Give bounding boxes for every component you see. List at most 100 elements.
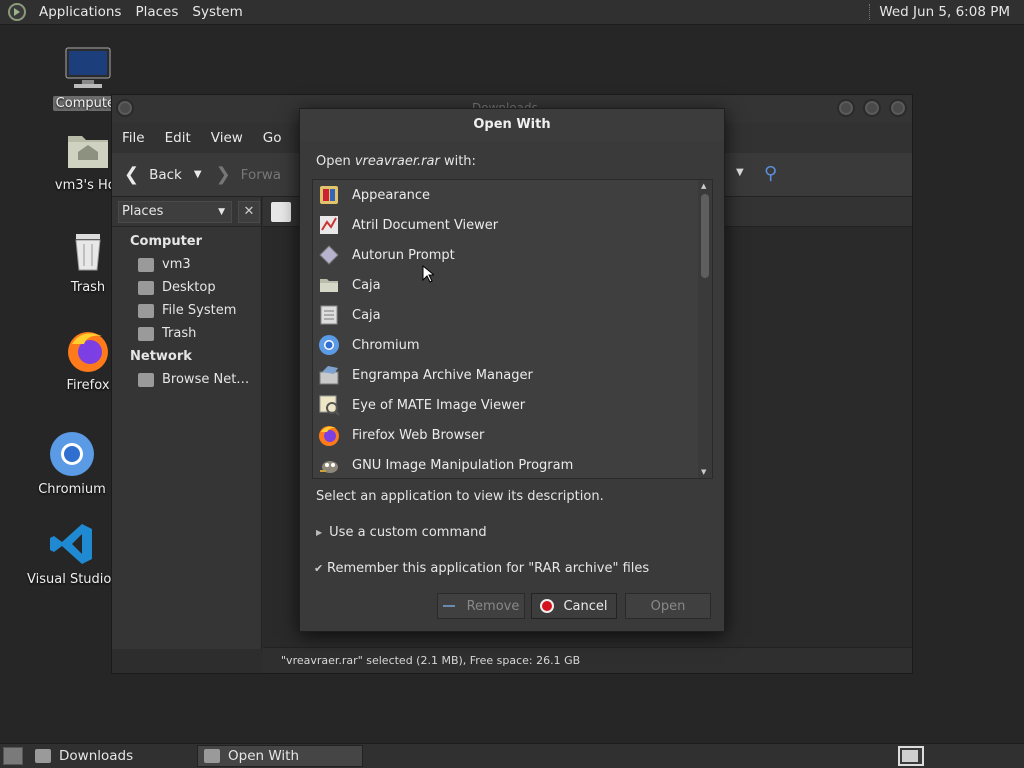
app-name: Autorun Prompt	[352, 247, 455, 263]
list-item[interactable]: Chromium	[313, 330, 712, 360]
app-name: Caja	[352, 307, 381, 323]
panel-separator	[869, 4, 871, 20]
open-with-dialog: Open With Open vreavraer.rar with: Appea…	[299, 108, 725, 632]
sidebar-item-browse-network[interactable]: Browse Net…	[112, 368, 261, 391]
back-label: Back	[149, 166, 182, 183]
caja-icon	[318, 304, 340, 326]
vscode-icon	[48, 520, 96, 568]
open-button[interactable]: Open	[625, 593, 711, 619]
sidebar-type-label: Places	[122, 204, 164, 219]
bottom-panel: Downloads Open With	[0, 743, 1024, 768]
checkmark-icon: ✔	[314, 561, 324, 575]
task-open-with[interactable]: Open With	[197, 745, 363, 767]
menu-go[interactable]: Go	[263, 130, 282, 146]
mate-menu-icon[interactable]	[8, 3, 26, 21]
workspace-switcher[interactable]	[898, 746, 924, 766]
maximize-button[interactable]	[863, 99, 881, 117]
system-menu[interactable]: System	[185, 4, 249, 20]
sidebar-item-label: vm3	[162, 257, 191, 272]
list-item[interactable]: Eye of MATE Image Viewer	[313, 390, 712, 420]
app-name: Atril Document Viewer	[352, 217, 499, 233]
list-item[interactable]: Appearance	[313, 180, 712, 210]
menu-file[interactable]: File	[122, 130, 145, 146]
expander-arrow-icon: ▶	[316, 528, 323, 537]
desktop-icon	[138, 280, 154, 295]
back-history-dropdown[interactable]: ▼	[194, 169, 202, 180]
list-item[interactable]: Caja	[313, 300, 712, 330]
forward-button[interactable]: ❯ Forwa	[216, 164, 282, 185]
view-dropdown[interactable]: ▼	[736, 167, 744, 178]
menu-edit[interactable]: Edit	[165, 130, 191, 146]
application-list[interactable]: Appearance Atril Document Viewer Autorun…	[312, 179, 713, 479]
list-item[interactable]: Caja	[313, 270, 712, 300]
home-folder-icon	[64, 126, 112, 174]
app-name: GNU Image Manipulation Program	[352, 457, 574, 473]
prompt-filename: vreavraer.rar	[354, 154, 440, 169]
cancel-button[interactable]: Cancel	[531, 593, 617, 619]
desktop-icon-vscode[interactable]: Visual Studio Co	[24, 520, 133, 587]
close-button[interactable]	[889, 99, 907, 117]
image-viewer-icon	[318, 394, 340, 416]
forward-label: Forwa	[240, 166, 282, 183]
task-label: Downloads	[59, 748, 134, 764]
custom-command-label: Use a custom command	[329, 525, 487, 540]
menu-view[interactable]: View	[211, 130, 243, 146]
remember-label: Remember this application for "RAR archi…	[327, 561, 650, 576]
task-downloads[interactable]: Downloads	[29, 745, 193, 767]
scroll-down-icon[interactable]: ▼	[701, 468, 706, 476]
list-item[interactable]: Autorun Prompt	[313, 240, 712, 270]
list-scrollbar[interactable]: ▲ ▼	[698, 180, 712, 478]
scroll-up-icon[interactable]: ▲	[701, 182, 706, 190]
prompt-prefix: Open	[316, 154, 355, 169]
places-menu[interactable]: Places	[128, 4, 185, 20]
places-sidebar: Places ▼ ✕ Computer vm3 Desktop File Sys…	[112, 197, 262, 649]
chromium-icon	[318, 334, 340, 356]
window-menu-button[interactable]	[116, 99, 134, 117]
list-item[interactable]: Engrampa Archive Manager	[313, 360, 712, 390]
back-arrow-icon: ❮	[124, 164, 140, 185]
autorun-icon	[318, 244, 340, 266]
sidebar-item-file-system[interactable]: File System	[112, 299, 261, 322]
task-label: Open With	[228, 748, 300, 764]
desktop-icon-label: Firefox	[66, 378, 110, 393]
app-name: Engrampa Archive Manager	[352, 367, 533, 383]
minimize-button[interactable]	[837, 99, 855, 117]
show-desktop-icon[interactable]	[3, 747, 23, 765]
sidebar-item-trash[interactable]: Trash	[112, 322, 261, 345]
desktop-icon-label: Chromium	[38, 482, 106, 497]
appearance-icon	[318, 184, 340, 206]
back-button[interactable]: ❮ Back ▼	[124, 164, 202, 185]
app-name: Eye of MATE Image Viewer	[352, 397, 526, 413]
remember-checkbox[interactable]: ✔ Remember this application for "RAR arc…	[314, 561, 649, 576]
sidebar-item-vm3[interactable]: vm3	[112, 253, 261, 276]
clock[interactable]: Wed Jun 5, 6:08 PM	[879, 4, 1010, 20]
desktop-icon-chromium[interactable]: Chromium	[24, 430, 120, 497]
atril-icon	[318, 214, 340, 236]
home-icon	[138, 257, 154, 272]
edit-path-icon[interactable]	[271, 202, 291, 222]
mouse-cursor-icon	[422, 265, 434, 283]
dialog-title[interactable]: Open With	[300, 109, 724, 141]
sidebar-heading-network: Network	[130, 349, 192, 364]
chromium-icon	[48, 430, 96, 478]
remove-button[interactable]: Remove	[437, 593, 525, 619]
sidebar-item-label: File System	[162, 303, 237, 318]
sidebar-item-label: Desktop	[162, 280, 216, 295]
sidebar-type-select[interactable]: Places ▼	[118, 200, 232, 223]
sidebar-heading-computer: Computer	[130, 234, 203, 249]
close-sidebar-button[interactable]: ✕	[238, 200, 260, 223]
firefox-icon	[64, 326, 112, 374]
gimp-icon	[318, 454, 340, 476]
trash-icon	[138, 326, 154, 341]
list-item[interactable]: GNU Image Manipulation Program	[313, 450, 712, 478]
list-item[interactable]: Firefox Web Browser	[313, 420, 712, 450]
drive-icon	[138, 303, 154, 318]
dialog-icon	[204, 749, 220, 763]
search-icon[interactable]: ⚲	[764, 163, 777, 184]
scrollbar-thumb[interactable]	[701, 194, 709, 278]
status-bar: "vreavraer.rar" selected (2.1 MB), Free …	[263, 647, 912, 673]
sidebar-item-desktop[interactable]: Desktop	[112, 276, 261, 299]
custom-command-expander[interactable]: ▶ Use a custom command	[316, 525, 487, 540]
list-item[interactable]: Atril Document Viewer	[313, 210, 712, 240]
applications-menu[interactable]: Applications	[32, 4, 128, 20]
